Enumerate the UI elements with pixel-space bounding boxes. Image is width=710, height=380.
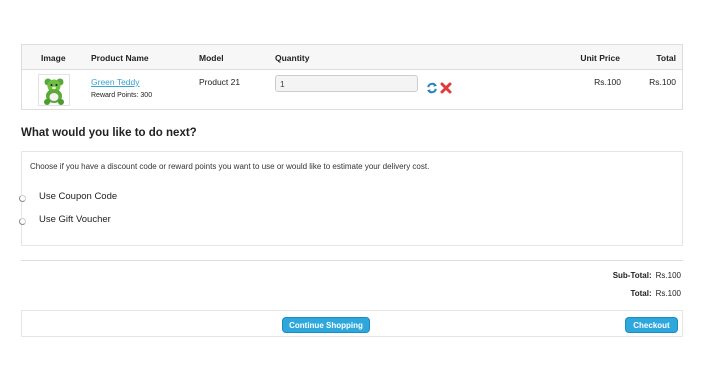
button-bar: Continue Shopping Checkout (21, 310, 683, 337)
reward-points: Reward Points: 300 (91, 92, 153, 99)
column-header-quantity: Quantity (275, 53, 310, 63)
continue-shopping-button[interactable]: Continue Shopping (282, 317, 370, 333)
option-label[interactable]: Use Coupon Code (39, 191, 117, 202)
voucher-radio[interactable] (19, 218, 26, 225)
column-header-unit-price: Unit Price (580, 53, 620, 63)
column-header-model: Model (199, 53, 224, 63)
column-header-total: Total (656, 53, 676, 63)
checkout-button[interactable]: Checkout (625, 317, 678, 333)
next-options-panel: Choose if you have a discount code or re… (19, 151, 683, 246)
subtotal-row: Sub-Total: Rs.100 (613, 271, 681, 280)
column-header-product-name: Product Name (91, 53, 149, 63)
next-description: Choose if you have a discount code or re… (30, 162, 430, 171)
refresh-icon[interactable] (426, 82, 438, 94)
total-label: Total: (630, 289, 652, 298)
product-model: Product 21 (199, 77, 241, 87)
column-header-image: Image (41, 53, 66, 63)
table-row: Green Teddy Reward Points: 300 Product 2… (22, 70, 682, 111)
option-label[interactable]: Use Gift Voucher (39, 214, 111, 225)
remove-icon[interactable] (440, 82, 452, 94)
coupon-radio[interactable] (19, 195, 26, 202)
total-value: Rs.100 (655, 289, 681, 298)
unit-price: Rs.100 (594, 77, 621, 87)
cart-table-header: Image Product Name Model Quantity Unit P… (22, 45, 682, 70)
subtotal-value: Rs.100 (655, 271, 681, 280)
subtotal-label: Sub-Total: (612, 271, 652, 280)
row-total: Rs.100 (649, 77, 676, 87)
section-title: What would you like to do next? (21, 127, 197, 139)
product-name-link[interactable]: Green Teddy (91, 77, 140, 87)
quantity-input[interactable] (275, 75, 418, 92)
teddy-image (44, 78, 64, 105)
total-row: Total: Rs.100 (630, 289, 681, 298)
cart-table: Image Product Name Model Quantity Unit P… (21, 44, 683, 110)
product-thumbnail[interactable] (38, 74, 70, 106)
divider (21, 260, 683, 261)
